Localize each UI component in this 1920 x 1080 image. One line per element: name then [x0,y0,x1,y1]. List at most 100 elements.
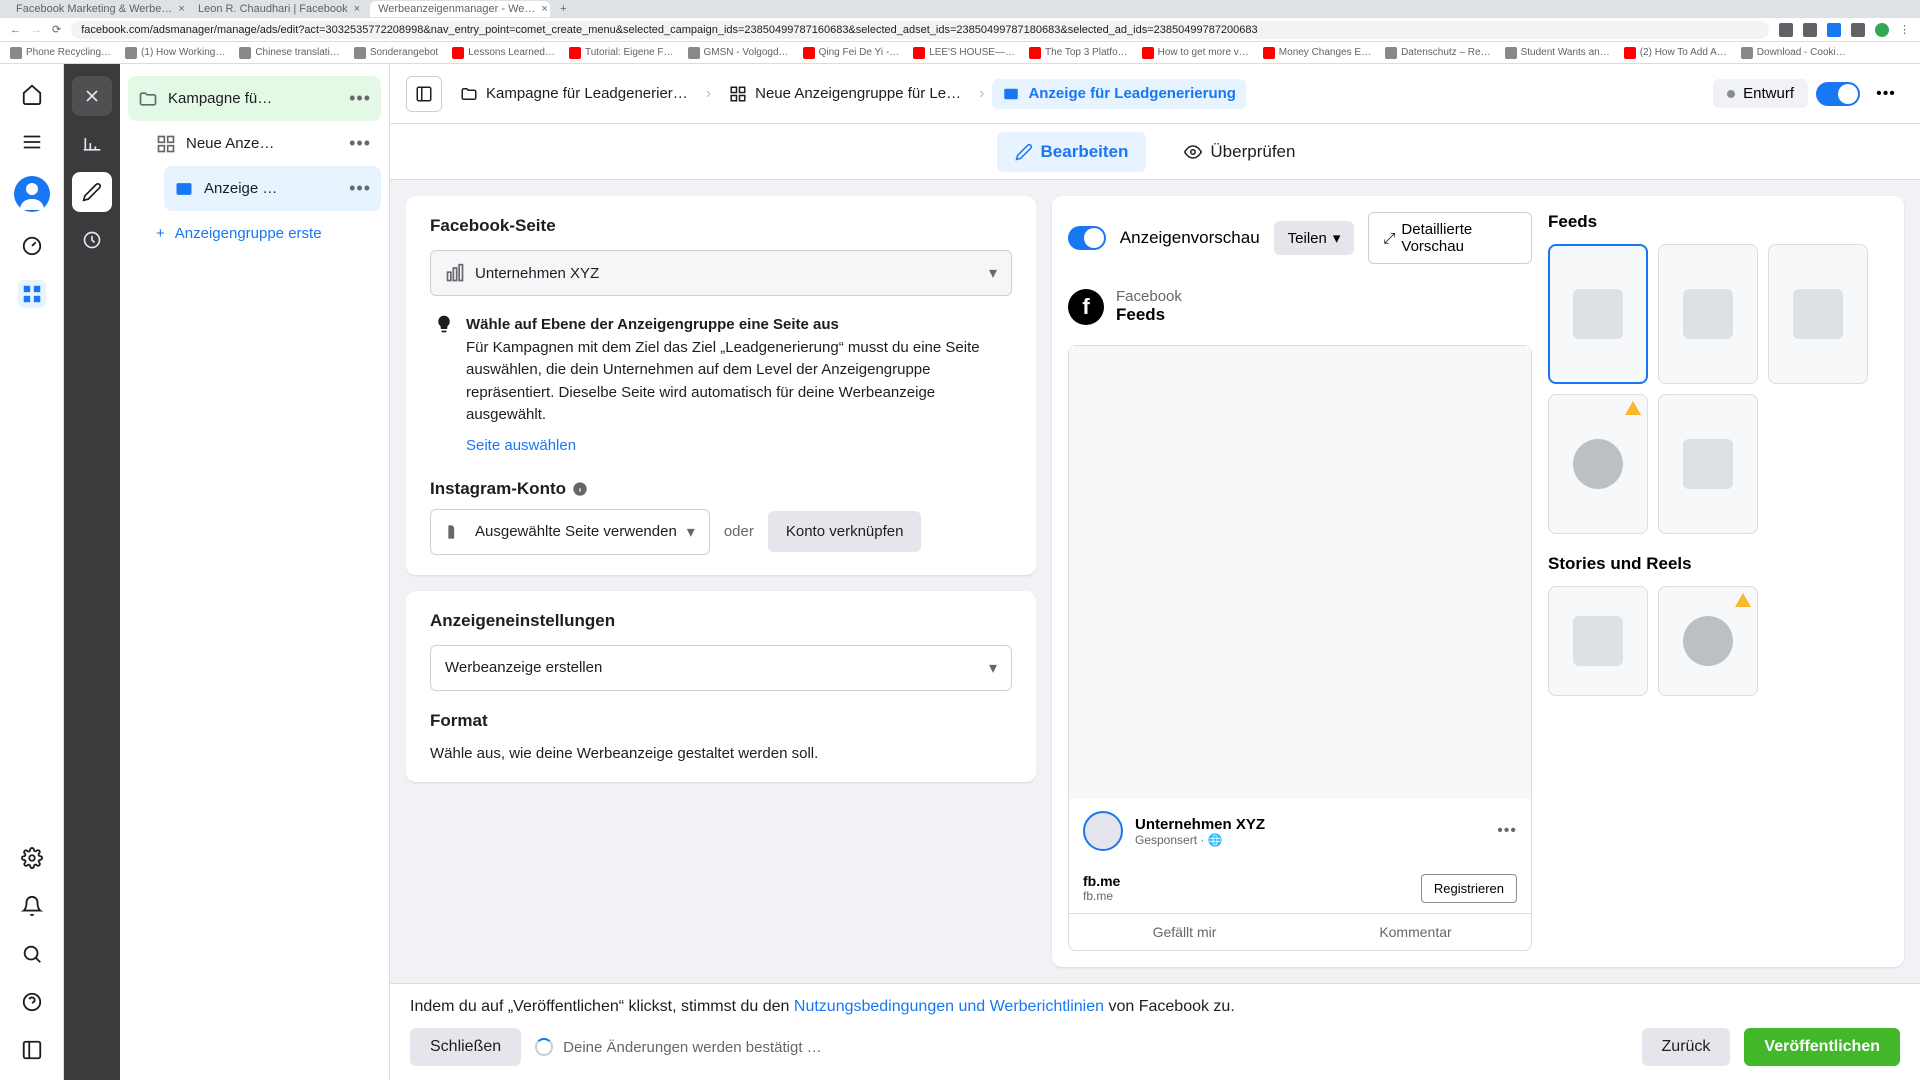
breadcrumb-adset[interactable]: Neue Anzeigengruppe für Le… [719,79,971,109]
bookmark[interactable]: Student Wants an… [1505,47,1610,59]
chevron-down-icon: ▾ [989,263,997,283]
close-icon[interactable]: × [354,3,360,15]
back-button[interactable]: Zurück [1642,1028,1731,1066]
breadcrumb-ad[interactable]: Anzeige für Leadgenerierung [992,79,1246,109]
ad-setup-select[interactable]: Werbeanzeige erstellen ▾ [430,645,1012,691]
placement-thumb[interactable] [1658,394,1758,534]
more-icon[interactable]: ••• [1497,822,1517,840]
close-button[interactable]: Schließen [410,1028,521,1066]
more-icon[interactable]: ••• [349,133,371,154]
section-stories: Stories und Reels [1548,554,1888,574]
back-icon[interactable]: ← [10,24,21,36]
preview-panel: Anzeigenvorschau Teilen▾ ⤢Detaillierte V… [1052,196,1904,967]
plus-icon: + [156,225,165,242]
tab-review[interactable]: Überprüfen [1166,132,1313,172]
terms-link[interactable]: Nutzungsbedingungen und Werberichtlinien [794,998,1104,1015]
profile-icon[interactable] [1875,23,1889,37]
more-icon[interactable]: ••• [349,178,371,199]
browser-tab-active[interactable]: Werbeanzeigenmanager - We…× [370,1,550,17]
placement-thumb[interactable] [1548,244,1648,384]
bookmark[interactable]: Datenschutz – Re… [1385,47,1491,59]
info-icon[interactable] [572,481,588,497]
bookmark[interactable]: Qing Fei De Yi -… [803,47,900,59]
browser-toolbar: ← → ⟳ facebook.com/adsmanager/manage/ads… [0,18,1920,42]
bookmark[interactable]: How to get more v… [1142,47,1249,59]
bookmark[interactable]: Phone Recycling… [10,47,111,59]
link-account-button[interactable]: Konto verknüpfen [768,511,922,552]
placement-thumb[interactable] [1658,244,1758,384]
comment-button[interactable]: Kommentar [1300,914,1531,950]
extension-icon[interactable] [1851,23,1865,37]
forward-icon[interactable]: → [31,24,42,36]
new-tab-button[interactable]: + [552,3,574,15]
menu-icon[interactable]: ⋮ [1899,23,1910,36]
placement-thumb[interactable] [1548,394,1648,534]
bookmark[interactable]: Sonderangebot [354,47,438,59]
edit-icon[interactable] [72,172,112,212]
bookmark[interactable]: LEE'S HOUSE—… [913,47,1015,59]
chart-icon[interactable] [72,124,112,164]
tab-edit[interactable]: Bearbeiten [997,132,1147,172]
avatar[interactable] [14,176,50,212]
gauge-icon[interactable] [18,232,46,260]
search-icon[interactable] [18,940,46,968]
browser-tab[interactable]: Leon R. Chaudhari | Facebook× [190,1,368,17]
bookmark[interactable]: Download - Cooki… [1741,47,1846,59]
ad-settings-card: Anzeigeneinstellungen Werbeanzeige erste… [406,591,1036,782]
preview-toggle[interactable] [1068,226,1106,250]
breadcrumb-campaign[interactable]: Kampagne für Leadgenerier… [450,79,698,109]
footer-legal: Indem du auf „Veröffentlichen“ klickst, … [410,998,1900,1016]
bookmarks-bar: Phone Recycling… (1) How Working… Chines… [0,42,1920,64]
history-icon[interactable] [72,220,112,260]
like-button[interactable]: Gefällt mir [1069,914,1300,950]
bookmark[interactable]: (1) How Working… [125,47,225,59]
help-icon[interactable] [18,988,46,1016]
cta-button[interactable]: Registrieren [1421,874,1517,903]
url-bar[interactable]: facebook.com/adsmanager/manage/ads/edit?… [71,21,1769,39]
placement-thumb[interactable] [1768,244,1868,384]
close-button[interactable] [72,76,112,116]
publish-button[interactable]: Veröffentlichen [1744,1028,1900,1066]
more-icon[interactable]: ••• [349,88,371,109]
bookmark[interactable]: The Top 3 Platfo… [1029,47,1128,59]
placement-thumb[interactable] [1658,586,1758,696]
bookmark[interactable]: Lessons Learned… [452,47,555,59]
global-nav-rail [0,64,64,1080]
select-page-link[interactable]: Seite auswählen [466,437,576,454]
close-icon[interactable]: × [178,3,184,15]
extension-icon[interactable] [1779,23,1793,37]
status-toggle[interactable] [1816,82,1860,106]
browser-tabstrip: Facebook Marketing & Werbe…× Leon R. Cha… [0,0,1920,18]
extension-icon[interactable] [1827,23,1841,37]
home-icon[interactable] [18,80,46,108]
page-select[interactable]: Unternehmen XYZ ▾ [430,250,1012,296]
gear-icon[interactable] [18,844,46,872]
close-icon[interactable]: × [541,3,547,15]
settings-title: Anzeigeneinstellungen [430,611,1012,631]
more-menu-icon[interactable]: ••• [1868,76,1904,112]
browser-tab[interactable]: Facebook Marketing & Werbe…× [8,1,188,17]
bell-icon[interactable] [18,892,46,920]
warning-icon [1735,593,1751,607]
reload-icon[interactable]: ⟳ [52,23,61,36]
tree-label: Kampagne fü… [168,90,339,107]
instagram-select[interactable]: Ausgewählte Seite verwenden ▾ [430,509,710,555]
bookmark[interactable]: Tutorial: Eigene F… [569,47,674,59]
bookmark[interactable]: GMSN - Volgogd… [688,47,789,59]
menu-icon[interactable] [18,128,46,156]
tree-campaign[interactable]: Kampagne fü… ••• [128,76,381,121]
extension-icon[interactable] [1803,23,1817,37]
tree-ad[interactable]: Anzeige … ••• [164,166,381,211]
add-adset-button[interactable]: + Anzeigengruppe erste [146,211,381,256]
bookmark[interactable]: Chinese translati… [239,47,339,59]
panel-toggle-icon[interactable] [406,76,442,112]
tree-adset[interactable]: Neue Anze… ••• [146,121,381,166]
bookmark[interactable]: (2) How To Add A… [1624,47,1727,59]
bookmark[interactable]: Money Changes E… [1263,47,1371,59]
format-label: Format [430,711,1012,731]
share-button[interactable]: Teilen▾ [1274,221,1355,255]
detailed-preview-button[interactable]: ⤢Detaillierte Vorschau [1368,212,1532,264]
grid-icon[interactable] [18,280,46,308]
collapse-icon[interactable] [18,1036,46,1064]
placement-thumb[interactable] [1548,586,1648,696]
